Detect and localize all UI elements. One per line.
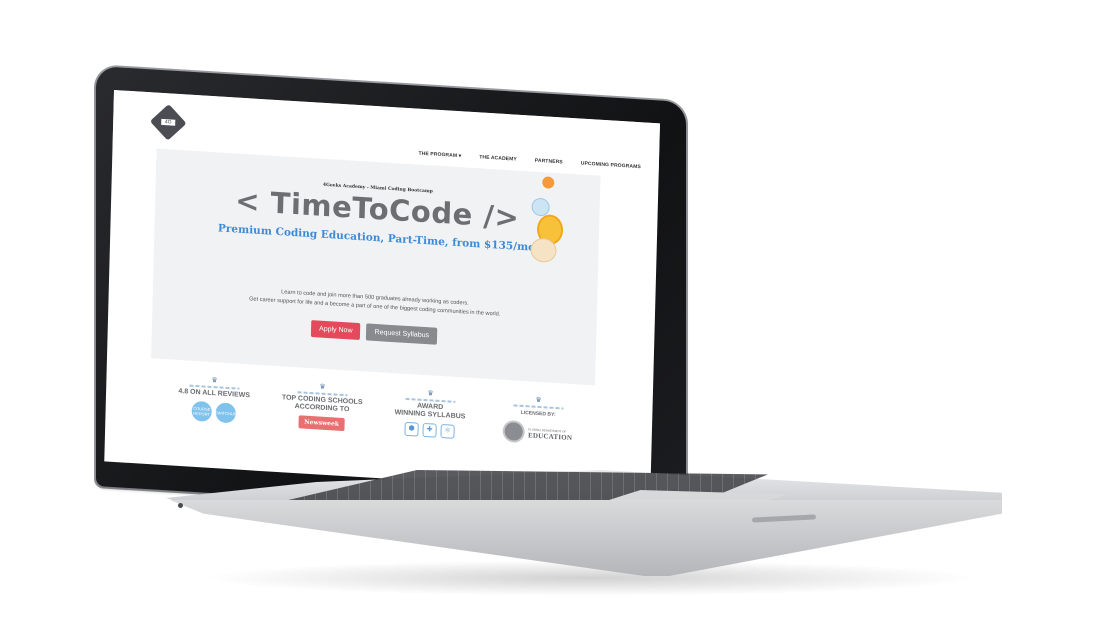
brand-logo-text: 4G xyxy=(161,118,176,126)
badge-reviews: ♛ 4.8 ON ALL REVIEWS COURSE REPORT SWITC… xyxy=(165,375,262,427)
brand-logo[interactable]: 4G xyxy=(149,103,187,141)
javascript-icon: ⬢ xyxy=(404,421,419,437)
nav-item-the-program[interactable]: THE PROGRAM ▾ xyxy=(418,151,461,160)
badge-top-schools: ♛ TOP CODING SCHOOLS ACCORDING TO Newswe… xyxy=(273,382,370,434)
badge-logos: Newsweek xyxy=(273,414,369,433)
react-icon: ⚛ xyxy=(440,423,455,439)
nav-item-upcoming-programs[interactable]: UPCOMING PROGRAMS xyxy=(581,161,641,171)
laptop-base-front xyxy=(170,500,1002,576)
crown-icon: ♛ xyxy=(427,390,434,398)
decorative-bubbles-icon xyxy=(526,175,568,267)
hero-section: 4Geeks Academy - Miami Coding Bootcamp <… xyxy=(151,148,601,386)
badge-title: LICENSED BY: xyxy=(520,409,556,419)
badge-logos: FLORIDA DEPARTMENT OF EDUCATION xyxy=(489,419,586,447)
cream-bubble-icon xyxy=(530,237,557,264)
crown-icon: ♛ xyxy=(211,376,218,385)
florida-education-logo[interactable]: FLORIDA DEPARTMENT OF EDUCATION xyxy=(502,419,573,446)
badges-row: ♛ 4.8 ON ALL REVIEWS COURSE REPORT SWITC… xyxy=(165,375,586,447)
python-icon: ✚ xyxy=(422,422,437,438)
crown-icon: ♛ xyxy=(535,396,542,405)
apply-now-button[interactable]: Apply Now xyxy=(310,320,361,341)
nav-item-partners[interactable]: PARTNERS xyxy=(535,158,563,166)
course-report-logo[interactable]: COURSE REPORT xyxy=(191,400,212,422)
laptop-screen: 4G THE PROGRAM ▾ THE ACADEMY PARTNERS UP… xyxy=(104,90,660,495)
badge-logos: COURSE REPORT SWITCHUP xyxy=(165,399,262,425)
education-label: EDUCATION xyxy=(527,431,573,443)
education-wordmark: FLORIDA DEPARTMENT OF EDUCATION xyxy=(527,426,573,443)
switchup-logo[interactable]: SWITCHUP xyxy=(215,402,236,424)
newsweek-logo[interactable]: Newsweek xyxy=(298,415,346,432)
badge-title: 4.8 ON ALL REVIEWS xyxy=(178,387,251,400)
state-seal-icon xyxy=(502,419,526,444)
badge-licensed: ♛ LICENSED BY: FLORIDA DEPARTMENT OF EDU… xyxy=(489,395,586,447)
orange-bubble-icon xyxy=(542,176,555,189)
badge-award-syllabus: ♛ AWARD WINNING SYLLABUS ⬢ ✚ ⚛ xyxy=(381,388,478,440)
crown-icon: ♛ xyxy=(319,383,326,391)
laptop-mockup: 4G THE PROGRAM ▾ THE ACADEMY PARTNERS UP… xyxy=(0,0,1097,621)
request-syllabus-button[interactable]: Request Syllabus xyxy=(366,323,438,345)
nav-item-the-academy[interactable]: THE ACADEMY xyxy=(479,154,517,162)
badge-logos: ⬢ ✚ ⚛ xyxy=(381,420,477,440)
headphone-port-icon xyxy=(178,503,183,508)
